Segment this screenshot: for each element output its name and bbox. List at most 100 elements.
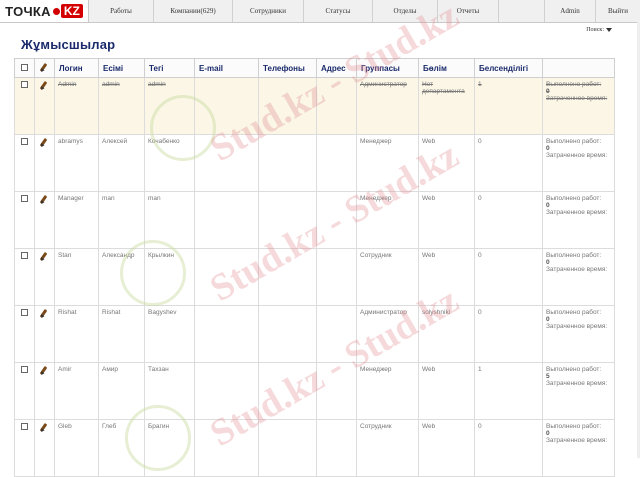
cell-login: Stan	[54, 248, 99, 306]
status-title: Выполнено работ:	[546, 366, 602, 373]
header-group[interactable]: Группасы	[356, 58, 419, 78]
table-row[interactable]: Gleb Глеб Брагин Сотрудник Web 0 Выполнено раб…	[14, 419, 615, 477]
status-count: 0	[546, 145, 550, 152]
cell-group: Менеджер	[356, 134, 419, 192]
row-checkbox[interactable]	[21, 423, 28, 430]
status-title: Выполнено работ:	[546, 423, 602, 430]
page-title: Жұмысшылар	[21, 37, 116, 52]
edit-pencil-icon[interactable]	[40, 252, 49, 261]
filter-icon	[606, 27, 612, 32]
row-checkbox[interactable]	[21, 81, 28, 88]
row-select-cell[interactable]	[14, 305, 35, 363]
cell-department: solyshniki	[418, 305, 475, 363]
row-checkbox[interactable]	[21, 366, 28, 373]
header-surname[interactable]: Тегі	[144, 58, 195, 78]
header-phone[interactable]: Телефоны	[258, 58, 317, 78]
header-address[interactable]: Адрес	[316, 58, 357, 78]
nav-item-works[interactable]: Работы	[89, 0, 154, 22]
status-count: 0	[546, 259, 550, 266]
cell-name: admin	[98, 77, 145, 135]
status-title: Выполнено работ:	[546, 252, 602, 259]
pencil-icon	[40, 63, 49, 72]
cell-name: Алексей	[98, 134, 145, 192]
status-spent: Затраченное время:	[546, 437, 608, 444]
cell-group: Сотрудник	[356, 419, 419, 477]
nav-item-reports[interactable]: Отчеты	[438, 0, 499, 22]
cell-email	[194, 248, 259, 306]
cell-surname: admin	[144, 77, 195, 135]
row-select-cell[interactable]	[14, 248, 35, 306]
row-edit-cell[interactable]	[34, 191, 55, 249]
nav-item-statuses[interactable]: Статусы	[304, 0, 373, 22]
row-checkbox[interactable]	[21, 138, 28, 145]
edit-pencil-icon[interactable]	[40, 195, 49, 204]
cell-activity: 0	[474, 191, 543, 249]
header-activity[interactable]: Белсенділігі	[474, 58, 543, 78]
edit-pencil-icon[interactable]	[40, 423, 49, 432]
cell-address	[316, 77, 357, 135]
header-name[interactable]: Есімі	[98, 58, 145, 78]
edit-pencil-icon[interactable]	[40, 366, 49, 375]
row-edit-cell[interactable]	[34, 77, 55, 135]
cell-phone	[258, 248, 317, 306]
header-email[interactable]: E-mail	[194, 58, 259, 78]
edit-pencil-icon[interactable]	[40, 138, 49, 147]
nav-item-departments[interactable]: Отделы	[373, 0, 438, 22]
cell-surname: Bagyshev	[144, 305, 195, 363]
edit-pencil-icon[interactable]	[40, 309, 49, 318]
cell-email	[194, 77, 259, 135]
status-spent: Затраченное время:	[546, 152, 608, 159]
header-department[interactable]: Бөлім	[418, 58, 475, 78]
row-select-cell[interactable]	[14, 77, 35, 135]
table-row[interactable]: Stan Александр Крылкин Сотрудник Web 0 Выполне…	[14, 248, 615, 306]
edit-pencil-icon[interactable]	[40, 81, 49, 90]
nav-item-admin[interactable]: Admin	[544, 0, 595, 22]
status-count: 0	[546, 88, 550, 95]
status-title: Выполнено работ:	[546, 81, 602, 88]
row-select-cell[interactable]	[14, 419, 35, 477]
cell-address	[316, 419, 357, 477]
cell-name: Глеб	[98, 419, 145, 477]
table-row[interactable]: Amir Амир Тахзан Менеджер Web 1 Выполнено рабо…	[14, 362, 615, 420]
status-spent: Затраченное время:	[546, 95, 608, 102]
cell-phone	[258, 191, 317, 249]
cell-department: Web	[418, 134, 475, 192]
cell-activity: 1	[474, 77, 543, 135]
table-row[interactable]: Manager man man Менеджер Web 0 Выполнено работ…	[14, 191, 615, 249]
status-spent: Затраченное время:	[546, 209, 608, 216]
header-select-all[interactable]	[14, 58, 35, 78]
select-all-checkbox[interactable]	[21, 63, 28, 71]
row-checkbox[interactable]	[21, 195, 28, 202]
nav-item-logout[interactable]: Выйти	[595, 0, 640, 22]
status-count: 0	[546, 316, 550, 323]
cell-surname: Брагин	[144, 419, 195, 477]
cell-email	[194, 134, 259, 192]
cell-login: Gleb	[54, 419, 99, 477]
row-checkbox[interactable]	[21, 309, 28, 316]
header-login[interactable]: Логин	[54, 58, 99, 78]
row-select-cell[interactable]	[14, 362, 35, 420]
cell-phone	[258, 305, 317, 363]
logo[interactable]: ТОЧКА KZ	[0, 0, 89, 22]
row-edit-cell[interactable]	[34, 248, 55, 306]
search-filter-link[interactable]: Поиск:	[586, 27, 612, 33]
status-spent: Затраченное время:	[546, 323, 608, 330]
row-select-cell[interactable]	[14, 134, 35, 192]
table-row[interactable]: abramys Алексей Кочабенко Менеджер Web 0 Выпол…	[14, 134, 615, 192]
table-row[interactable]: Admin admin admin Администратор Нет департам…	[14, 77, 615, 135]
row-select-cell[interactable]	[14, 191, 35, 249]
cell-status: Выполнено работ: 0 Затраченное время:	[542, 134, 615, 192]
row-checkbox[interactable]	[21, 252, 28, 259]
table-row[interactable]: Rishat Rishat Bagyshev Администратор solyshn…	[14, 305, 615, 363]
nav-item-companies[interactable]: Компании(629)	[154, 0, 233, 22]
table-header-row: Логин Есімі Тегі E-mail Телефоны Адрес Г…	[14, 58, 615, 78]
cell-name: man	[98, 191, 145, 249]
row-edit-cell[interactable]	[34, 134, 55, 192]
row-edit-cell[interactable]	[34, 305, 55, 363]
cell-status: Выполнено работ: 5 Затраченное время:	[542, 362, 615, 420]
logo-dot-icon	[52, 7, 60, 15]
row-edit-cell[interactable]	[34, 362, 55, 420]
nav-item-employees[interactable]: Сотрудники	[233, 0, 304, 22]
row-edit-cell[interactable]	[34, 419, 55, 477]
